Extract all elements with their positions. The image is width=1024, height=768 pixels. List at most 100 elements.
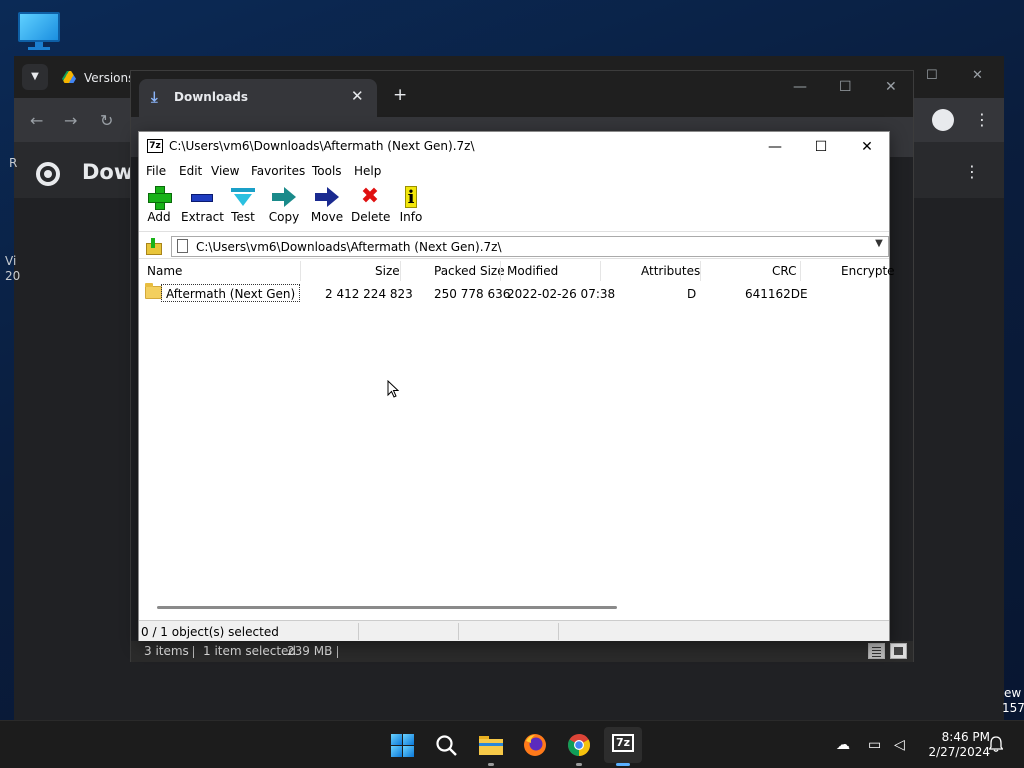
table-row[interactable]: Aftermath (Next Gen) 2 412 224 823 250 7… bbox=[139, 283, 889, 304]
copy-label: Copy bbox=[268, 210, 300, 224]
menu-tools[interactable]: Tools bbox=[312, 164, 342, 178]
add-label: Add bbox=[147, 210, 171, 224]
notification-bell-icon[interactable] bbox=[989, 736, 1003, 752]
column-encrypted[interactable]: Encrypte bbox=[841, 264, 895, 278]
window-title: C:\Users\vm6\Downloads\Aftermath (Next G… bbox=[169, 139, 475, 153]
reload-icon[interactable]: ↻ bbox=[100, 111, 113, 130]
path-combobox[interactable]: C:\Users\vm6\Downloads\Aftermath (Next G… bbox=[171, 236, 889, 257]
file-list-header: Name Size Packed Size Modified Attribute… bbox=[139, 261, 895, 281]
background-tab-title: Versions bbox=[84, 71, 135, 85]
clock-time: 8:46 PM bbox=[941, 730, 990, 744]
text-fragment: 157 bbox=[1002, 701, 1024, 715]
address-bar: C:\Users\vm6\Downloads\Aftermath (Next G… bbox=[139, 233, 889, 259]
chrome-logo-icon bbox=[36, 162, 60, 186]
text-fragment: ew bbox=[1004, 686, 1022, 700]
forward-arrow-icon[interactable]: → bbox=[64, 111, 77, 130]
add-icon bbox=[148, 186, 172, 210]
move-label: Move bbox=[310, 210, 344, 224]
extract-icon bbox=[190, 186, 213, 208]
google-drive-icon bbox=[62, 71, 76, 83]
delete-button[interactable]: ✖ Delete bbox=[351, 184, 391, 230]
this-pc-icon[interactable] bbox=[18, 12, 60, 50]
close-icon[interactable]: ✕ bbox=[885, 79, 897, 95]
sevenzip-window: 7z C:\Users\vm6\Downloads\Aftermath (Nex… bbox=[138, 131, 895, 641]
folder-icon bbox=[145, 283, 162, 299]
downloads-tab-strip: ⤓ Downloads ✕ + — ☐ ✕ bbox=[131, 71, 913, 117]
details-view-icon[interactable] bbox=[868, 643, 885, 659]
add-button[interactable]: Add bbox=[145, 184, 173, 230]
volume-muted-icon[interactable]: ◁ bbox=[894, 737, 905, 753]
maximize-icon[interactable]: ☐ bbox=[926, 68, 938, 83]
column-crc[interactable]: CRC bbox=[772, 264, 797, 278]
page-menu-icon[interactable]: ⋮ bbox=[964, 162, 980, 181]
selection-status: 0 / 1 object(s) selected bbox=[141, 625, 279, 639]
clock-date: 2/27/2024 bbox=[928, 745, 990, 759]
extract-button[interactable]: Extract bbox=[181, 184, 224, 230]
extract-label: Extract bbox=[181, 210, 224, 224]
sevenzip-taskbar-button[interactable]: 7z bbox=[604, 727, 642, 763]
info-button[interactable]: i Info bbox=[398, 184, 424, 230]
column-name[interactable]: Name bbox=[147, 264, 182, 278]
delete-label: Delete bbox=[351, 210, 391, 224]
background-page-title: Dow bbox=[82, 160, 134, 184]
horizontal-scrollbar[interactable] bbox=[157, 606, 617, 609]
menu-file[interactable]: File bbox=[146, 164, 166, 178]
column-modified[interactable]: Modified bbox=[507, 264, 558, 278]
path-text: C:\Users\vm6\Downloads\Aftermath (Next G… bbox=[196, 240, 502, 254]
start-button[interactable] bbox=[391, 734, 414, 757]
row-attributes: D bbox=[687, 287, 697, 301]
downloads-tab[interactable]: ⤓ Downloads ✕ bbox=[139, 79, 377, 117]
copy-button[interactable]: Copy bbox=[268, 184, 300, 230]
back-arrow-icon[interactable]: ← bbox=[30, 111, 43, 130]
menu-favorites[interactable]: Favorites bbox=[251, 164, 305, 178]
maximize-icon[interactable]: ☐ bbox=[799, 135, 843, 159]
move-button[interactable]: Move bbox=[310, 184, 344, 230]
row-size: 2 412 224 823 bbox=[325, 287, 413, 301]
profile-avatar-icon[interactable] bbox=[932, 109, 954, 131]
sevenzip-running-indicator bbox=[616, 763, 630, 766]
text-fragment: R bbox=[9, 156, 18, 170]
close-icon[interactable]: ✕ bbox=[972, 68, 983, 83]
explorer-status-bar: 3 items 1 item selected 239 MB bbox=[131, 641, 913, 662]
test-button[interactable]: Test bbox=[229, 184, 257, 230]
chrome-running-indicator bbox=[576, 763, 582, 766]
search-icon[interactable] bbox=[435, 734, 458, 757]
firefox-icon[interactable] bbox=[523, 733, 547, 757]
info-label: Info bbox=[399, 210, 423, 224]
text-fragment: Vi bbox=[5, 254, 17, 268]
new-tab-button[interactable]: + bbox=[393, 85, 407, 105]
network-icon[interactable]: ▭ bbox=[868, 737, 881, 753]
tab-close-icon[interactable]: ✕ bbox=[351, 87, 364, 105]
move-icon bbox=[315, 186, 339, 208]
clock[interactable]: 8:46 PM 2/27/2024 bbox=[920, 730, 990, 760]
selected-count: 1 item selected bbox=[203, 644, 297, 658]
downloads-tab-title: Downloads bbox=[174, 90, 249, 104]
sevenzip-title-bar: 7z C:\Users\vm6\Downloads\Aftermath (Nex… bbox=[139, 132, 889, 162]
menu-view[interactable]: View bbox=[211, 164, 239, 178]
tab-search-chevron-icon[interactable]: ▼ bbox=[22, 64, 48, 90]
sevenzip-app-icon: 7z bbox=[612, 734, 634, 752]
close-icon[interactable]: ✕ bbox=[845, 135, 889, 159]
maximize-icon[interactable]: ☐ bbox=[839, 79, 852, 95]
network-offline-icon[interactable]: ☁ bbox=[836, 737, 850, 753]
row-packed-size: 250 778 636 bbox=[434, 287, 511, 301]
column-size[interactable]: Size bbox=[375, 264, 400, 278]
folder-up-icon[interactable] bbox=[145, 238, 162, 255]
tiles-view-icon[interactable] bbox=[890, 643, 907, 659]
row-name[interactable]: Aftermath (Next Gen) bbox=[161, 284, 301, 302]
column-packed-size[interactable]: Packed Size bbox=[434, 264, 505, 278]
minimize-icon[interactable]: — bbox=[753, 135, 797, 159]
chrome-icon[interactable] bbox=[567, 733, 591, 757]
row-crc: 641162DE bbox=[745, 287, 808, 301]
file-explorer-icon[interactable] bbox=[478, 734, 504, 756]
minimize-icon[interactable]: — bbox=[793, 79, 807, 95]
chevron-down-icon[interactable]: ▼ bbox=[872, 238, 886, 249]
explorer-running-indicator bbox=[488, 763, 494, 766]
browser-menu-icon[interactable]: ⋮ bbox=[974, 110, 990, 129]
menu-edit[interactable]: Edit bbox=[179, 164, 202, 178]
row-modified: 2022-02-26 07:38 bbox=[507, 287, 616, 301]
column-attributes[interactable]: Attributes bbox=[641, 264, 700, 278]
menu-help[interactable]: Help bbox=[354, 164, 381, 178]
taskbar: 7z ☁ ▭ ◁ 8:46 PM 2/27/2024 bbox=[0, 720, 1024, 768]
sevenzip-logo-icon: 7z bbox=[147, 139, 163, 153]
